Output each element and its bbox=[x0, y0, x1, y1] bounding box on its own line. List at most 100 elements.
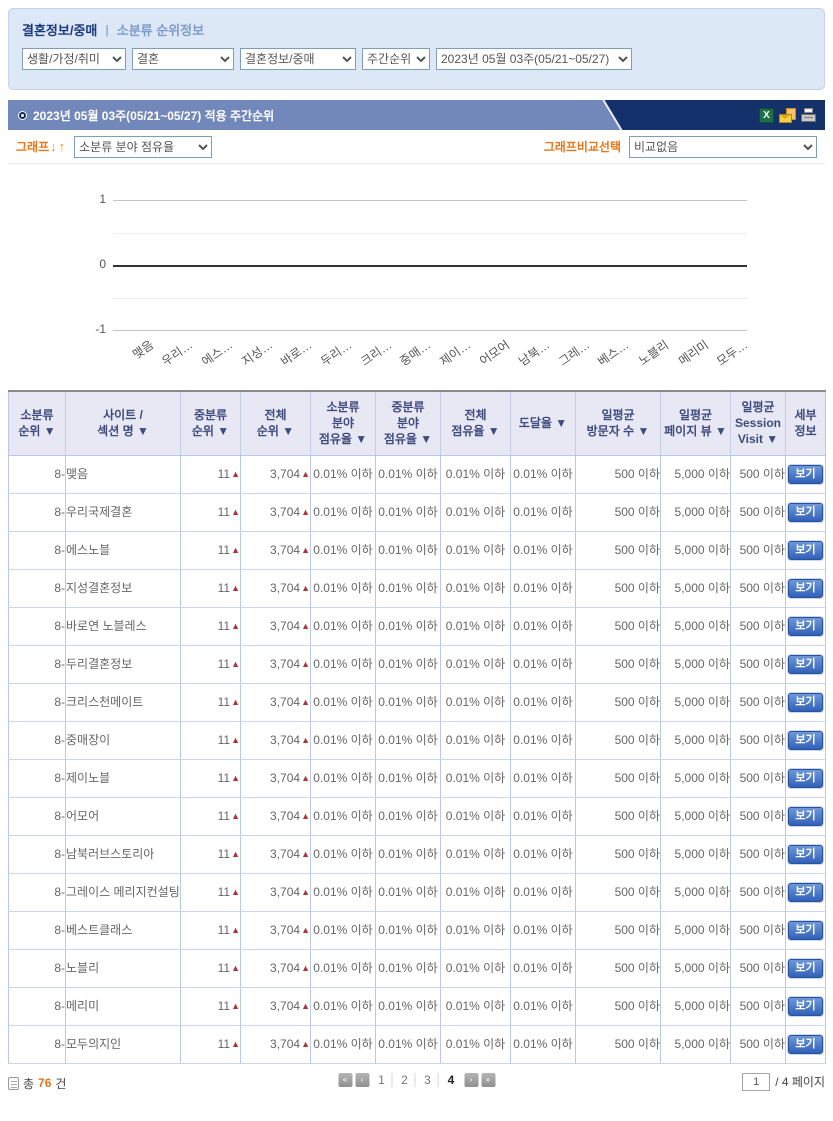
table-row: 8-맺음11▲3,704▲0.01% 이하0.01% 이하0.01% 이하0.0… bbox=[9, 455, 826, 493]
column-header[interactable]: 소분류 분야 점유율 ▼ bbox=[311, 391, 376, 455]
mid-share-cell: 0.01% 이하 bbox=[376, 949, 441, 987]
column-header[interactable]: 중분류 순위 ▼ bbox=[181, 391, 241, 455]
graph-compare-select[interactable]: 비교없음 bbox=[629, 136, 817, 158]
rank-up-icon: ▲ bbox=[301, 697, 310, 707]
session-cell: 500 이하 bbox=[731, 607, 786, 645]
reach-cell: 0.01% 이하 bbox=[511, 569, 576, 607]
column-header[interactable]: 사이트 / 섹션 명 ▼ bbox=[66, 391, 181, 455]
table-row: 8-베스트클래스11▲3,704▲0.01% 이하0.01% 이하0.01% 이… bbox=[9, 911, 826, 949]
detail-view-button[interactable]: 보기 bbox=[788, 997, 822, 1016]
gridline bbox=[113, 200, 747, 201]
column-header[interactable]: 세부 정보 bbox=[786, 391, 826, 455]
detail-view-button[interactable]: 보기 bbox=[788, 503, 822, 522]
print-icon[interactable] bbox=[801, 108, 817, 123]
title-separator: | bbox=[105, 23, 108, 37]
detail-view-button[interactable]: 보기 bbox=[788, 883, 822, 902]
mail-export-icon[interactable] bbox=[779, 108, 796, 123]
column-header[interactable]: 일평균 Session Visit ▼ bbox=[731, 391, 786, 455]
detail-view-button[interactable]: 보기 bbox=[788, 465, 822, 484]
sort-desc-icon[interactable]: ↓ bbox=[50, 139, 57, 154]
rank-up-icon: ▲ bbox=[301, 659, 310, 669]
detail-view-button[interactable]: 보기 bbox=[788, 579, 822, 598]
bullet-icon bbox=[18, 111, 27, 120]
detail-cell: 보기 bbox=[786, 759, 826, 797]
detail-view-button[interactable]: 보기 bbox=[788, 959, 822, 978]
site-name-cell: 메리미 bbox=[66, 987, 181, 1025]
detail-view-button[interactable]: 보기 bbox=[788, 769, 822, 788]
x-tick-label: 에스… bbox=[198, 336, 236, 369]
prev-page-button[interactable]: ‹ bbox=[355, 1073, 369, 1087]
mid-share-cell: 0.01% 이하 bbox=[376, 987, 441, 1025]
column-header[interactable]: 도달율 ▼ bbox=[511, 391, 576, 455]
column-header[interactable]: 소분류 순위 ▼ bbox=[9, 391, 66, 455]
table-row: 8-노블리11▲3,704▲0.01% 이하0.01% 이하0.01% 이하0.… bbox=[9, 949, 826, 987]
page-total-label: / 4 페이지 bbox=[775, 1073, 825, 1090]
mid-rank-cell: 11▲ bbox=[181, 949, 241, 987]
graph-label: 그래프 bbox=[16, 138, 49, 155]
category-mid-select[interactable]: 결혼 bbox=[132, 48, 234, 70]
pageviews-cell: 5,000 이하 bbox=[661, 569, 731, 607]
column-header[interactable]: 중분류 분야 점유율 ▼ bbox=[376, 391, 441, 455]
sub-share-cell: 0.01% 이하 bbox=[311, 835, 376, 873]
column-header[interactable]: 일평균 페이지 뷰 ▼ bbox=[661, 391, 731, 455]
x-tick-label: 남북… bbox=[515, 336, 553, 369]
detail-view-button[interactable]: 보기 bbox=[788, 845, 822, 864]
detail-view-button[interactable]: 보기 bbox=[788, 655, 822, 674]
x-tick-label: 모두… bbox=[713, 336, 751, 369]
total-rank-value: 3,704 bbox=[270, 581, 300, 595]
total-rank-value: 3,704 bbox=[270, 923, 300, 937]
excel-export-icon[interactable]: X bbox=[759, 108, 774, 123]
detail-view-button[interactable]: 보기 bbox=[788, 541, 822, 560]
category-large-select[interactable]: 생활/가정/취미 bbox=[22, 48, 126, 70]
last-page-button[interactable]: » bbox=[481, 1073, 495, 1087]
column-header[interactable]: 전체 순위 ▼ bbox=[241, 391, 311, 455]
first-page-button[interactable]: « bbox=[338, 1073, 352, 1087]
table-row: 8-두리결혼정보11▲3,704▲0.01% 이하0.01% 이하0.01% 이… bbox=[9, 645, 826, 683]
rank-cell: 8- bbox=[9, 645, 66, 683]
graph-controls: 그래프 ↓ ↑ 소분류 분야 점유율 그래프비교선택 비교없음 bbox=[8, 130, 825, 164]
reach-cell: 0.01% 이하 bbox=[511, 759, 576, 797]
pageviews-cell: 5,000 이하 bbox=[661, 759, 731, 797]
rank-up-icon: ▲ bbox=[231, 735, 240, 745]
detail-view-button[interactable]: 보기 bbox=[788, 1035, 822, 1054]
page-subtitle: 소분류 순위정보 bbox=[117, 20, 204, 39]
session-cell: 500 이하 bbox=[731, 911, 786, 949]
mid-rank-cell: 11▲ bbox=[181, 683, 241, 721]
detail-view-button[interactable]: 보기 bbox=[788, 731, 822, 750]
chart-x-axis: 맺음우리…에스…지성…바로…두리…크리…중매…제이…어모어남북…그레…베스…노블… bbox=[113, 334, 747, 386]
total-rank-value: 3,704 bbox=[270, 657, 300, 671]
session-cell: 500 이하 bbox=[731, 683, 786, 721]
rank-up-icon: ▲ bbox=[301, 469, 310, 479]
rank-cell: 8- bbox=[9, 531, 66, 569]
site-name-cell: 어모어 bbox=[66, 797, 181, 835]
graph-metric-select[interactable]: 소분류 분야 점유율 bbox=[74, 136, 212, 158]
detail-view-button[interactable]: 보기 bbox=[788, 617, 822, 636]
column-header[interactable]: 전체 점유율 ▼ bbox=[441, 391, 511, 455]
session-cell: 500 이하 bbox=[731, 493, 786, 531]
rank-up-icon: ▲ bbox=[231, 507, 240, 517]
column-header[interactable]: 일평균 방문자 수 ▼ bbox=[576, 391, 661, 455]
page-link-2[interactable]: 2 bbox=[395, 1073, 415, 1087]
visitors-cell: 500 이하 bbox=[576, 683, 661, 721]
pageviews-cell: 5,000 이하 bbox=[661, 987, 731, 1025]
page-link-3[interactable]: 3 bbox=[418, 1073, 438, 1087]
sort-asc-icon[interactable]: ↑ bbox=[59, 139, 66, 154]
detail-view-button[interactable]: 보기 bbox=[788, 807, 822, 826]
total-rank-cell: 3,704▲ bbox=[241, 683, 311, 721]
table-row: 8-남북러브스토리아11▲3,704▲0.01% 이하0.01% 이하0.01%… bbox=[9, 835, 826, 873]
page-number-input[interactable] bbox=[742, 1073, 770, 1091]
mid-share-cell: 0.01% 이하 bbox=[376, 873, 441, 911]
next-page-button[interactable]: › bbox=[464, 1073, 478, 1087]
period-type-select[interactable]: 주간순위 bbox=[362, 48, 430, 70]
rank-cell: 8- bbox=[9, 759, 66, 797]
total-share-cell: 0.01% 이하 bbox=[441, 987, 511, 1025]
period-select[interactable]: 2023년 05월 03주(05/21~05/27) bbox=[436, 48, 632, 70]
category-small-select[interactable]: 결혼정보/중매 bbox=[240, 48, 356, 70]
total-rank-cell: 3,704▲ bbox=[241, 1025, 311, 1063]
mid-rank-value: 11 bbox=[218, 543, 230, 557]
detail-view-button[interactable]: 보기 bbox=[788, 921, 822, 940]
detail-view-button[interactable]: 보기 bbox=[788, 693, 822, 712]
reach-cell: 0.01% 이하 bbox=[511, 835, 576, 873]
page-link-1[interactable]: 1 bbox=[372, 1073, 392, 1087]
gridline-minor bbox=[113, 233, 747, 234]
